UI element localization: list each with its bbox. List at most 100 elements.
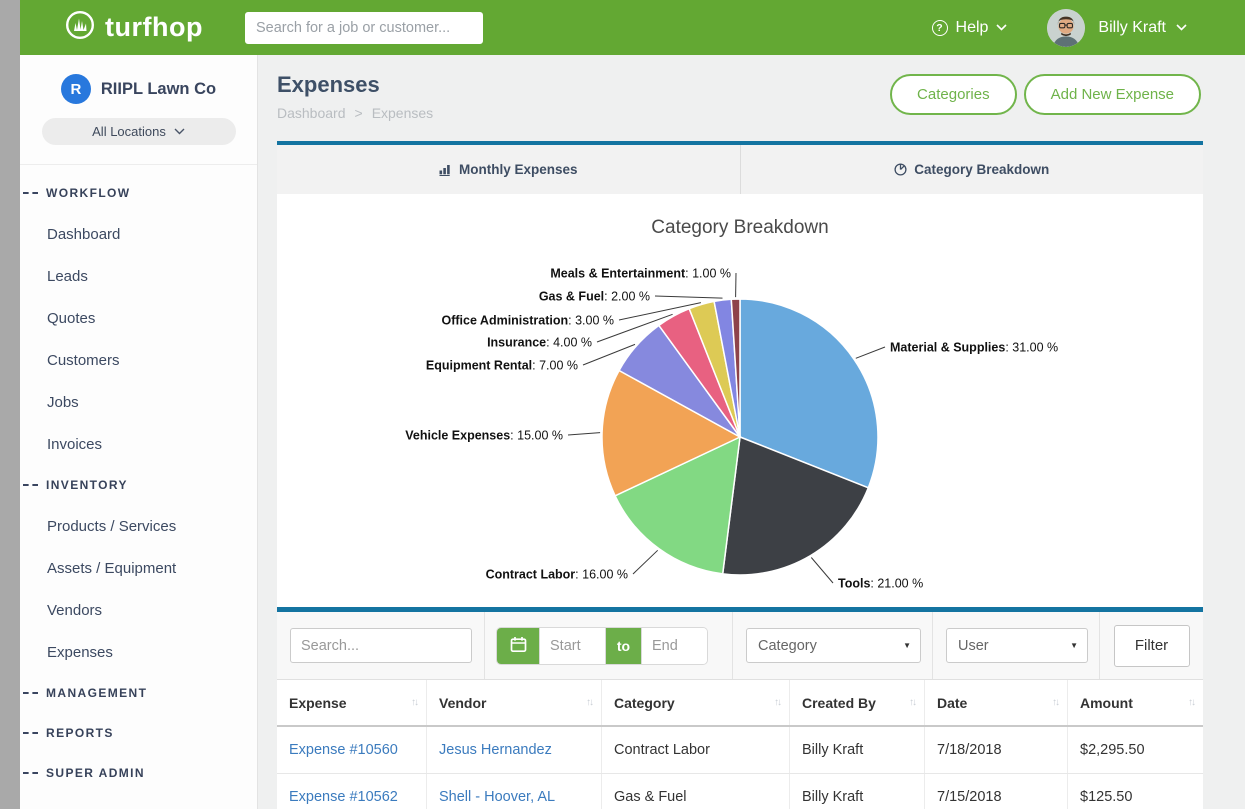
cell-date: 7/18/2018	[925, 727, 1068, 773]
avatar[interactable]	[1047, 9, 1085, 47]
sort-icon: ↑↓	[1188, 697, 1194, 708]
sort-icon: ↑↓	[1052, 697, 1058, 708]
breadcrumb-home[interactable]: Dashboard	[277, 105, 346, 121]
sidebar-item-vendors[interactable]: Vendors	[20, 589, 257, 631]
company-badge: R	[61, 74, 91, 104]
tab-category-breakdown[interactable]: Category Breakdown	[740, 145, 1204, 194]
page-actions: Categories Add New Expense	[890, 74, 1201, 115]
nav-section-inventory[interactable]: INVENTORY	[20, 465, 257, 505]
sidebar-item-customers[interactable]: Customers	[20, 339, 257, 381]
expenses-table: Expense↑↓Vendor↑↓Category↑↓Created By↑↓D…	[277, 680, 1203, 809]
calendar-button[interactable]	[497, 628, 539, 664]
sidebar-item-jobs[interactable]: Jobs	[20, 381, 257, 423]
sidebar-item-expenses[interactable]: Expenses	[20, 631, 257, 673]
app-root: turfhop ? Help	[0, 0, 1245, 809]
column-label: Expense	[289, 695, 347, 711]
brand-logo[interactable]: turfhop	[65, 10, 203, 45]
column-header-created-by[interactable]: Created By ↑↓	[790, 680, 925, 725]
sort-icon: ↑↓	[909, 697, 915, 708]
filter-user-cell: User ▼	[933, 612, 1100, 679]
expense-link[interactable]: Expense #10560	[289, 742, 398, 758]
turfhop-grass-icon	[65, 10, 95, 45]
column-label: Category	[614, 695, 675, 711]
tab-monthly-expenses[interactable]: Monthly Expenses	[277, 145, 740, 194]
cell-vendor: Jesus Hernandez	[427, 727, 602, 773]
pie-label-tools: Tools: 21.00 %	[838, 577, 923, 591]
vendor-link[interactable]: Shell - Hoover, AL	[439, 789, 555, 805]
table-row: Expense #10562 Shell - Hoover, AL Gas & Fu…	[277, 774, 1203, 809]
calendar-icon	[510, 636, 527, 656]
pie-label-vehicle-expenses: Vehicle Expenses: 15.00 %	[405, 429, 563, 443]
pie-chart-icon	[894, 163, 907, 176]
sidebar-item-dashboard[interactable]: Dashboard	[20, 213, 257, 255]
add-new-expense-button[interactable]: Add New Expense	[1024, 74, 1201, 115]
pie-label-office-administration: Office Administration: 3.00 %	[441, 314, 614, 328]
location-label: All Locations	[92, 124, 166, 139]
nav-section-label: INVENTORY	[46, 478, 128, 492]
chevron-down-icon	[996, 24, 1007, 31]
sidebar: R RIIPL Lawn Co All Locations WORKFLOWDa…	[20, 55, 258, 809]
date-end-input[interactable]	[641, 628, 707, 664]
filter-bar: to Category ▼ User ▼	[277, 612, 1203, 680]
collapse-dashes-icon	[23, 484, 38, 486]
main-content: Expenses Dashboard > Expenses Categories…	[258, 55, 1245, 809]
table-search-input[interactable]	[290, 628, 472, 663]
column-header-amount[interactable]: Amount ↑↓	[1068, 680, 1203, 725]
topbar-right: ? Help	[932, 9, 1245, 47]
expense-link[interactable]: Expense #10562	[289, 789, 398, 805]
expenses-card: Monthly Expenses Category Breakdown Categ…	[277, 141, 1203, 809]
select-caret-icon: ▼	[903, 641, 911, 650]
pie-label-material-supplies: Material & Supplies: 31.00 %	[890, 341, 1058, 355]
breadcrumb: Dashboard > Expenses	[277, 105, 433, 121]
sidebar-item-invoices[interactable]: Invoices	[20, 423, 257, 465]
help-menu[interactable]: ? Help	[932, 19, 1008, 37]
sidebar-item-assets-equipment[interactable]: Assets / Equipment	[20, 547, 257, 589]
cell-amount: $125.50	[1068, 774, 1203, 809]
column-header-expense[interactable]: Expense↑↓	[277, 680, 427, 725]
user-name[interactable]: Billy Kraft	[1098, 19, 1166, 37]
nav-section-management[interactable]: MANAGEMENT	[20, 673, 257, 713]
leader-line	[633, 550, 658, 574]
location-selector[interactable]: All Locations	[42, 118, 236, 145]
nav-section-reports[interactable]: REPORTS	[20, 713, 257, 753]
date-start-input[interactable]	[539, 628, 605, 664]
nav-section-super-admin[interactable]: SUPER ADMIN	[20, 753, 257, 793]
sidebar-item-leads[interactable]: Leads	[20, 255, 257, 297]
page-title: Expenses	[277, 72, 380, 98]
vendor-link[interactable]: Jesus Hernandez	[439, 742, 552, 758]
cell-expense: Expense #10562	[277, 774, 427, 809]
chevron-down-icon[interactable]	[1176, 24, 1187, 31]
column-label: Created By	[802, 695, 876, 711]
help-icon: ?	[932, 20, 948, 36]
bar-chart-icon	[439, 164, 452, 176]
global-search-input[interactable]	[245, 12, 483, 44]
cell-amount: $2,295.50	[1068, 727, 1203, 773]
tab-label: Category Breakdown	[914, 162, 1049, 177]
cell-category: Gas & Fuel	[602, 774, 790, 809]
select-caret-icon: ▼	[1070, 641, 1078, 650]
user-select[interactable]: User ▼	[946, 628, 1088, 663]
column-header-date[interactable]: Date↑↓	[925, 680, 1068, 725]
column-label: Amount	[1080, 695, 1133, 711]
leader-line	[568, 433, 600, 435]
column-header-category[interactable]: Category ↑↓	[602, 680, 790, 725]
top-bar: turfhop ? Help	[20, 0, 1245, 55]
chart-title: Category Breakdown	[651, 217, 828, 238]
nav-section-workflow[interactable]: WORKFLOW	[20, 173, 257, 213]
leader-line	[811, 558, 833, 584]
date-range-group: to	[497, 628, 707, 664]
cell-vendor: Shell - Hoover, AL	[427, 774, 602, 809]
sort-icon: ↑↓	[774, 697, 780, 708]
filter-category-cell: Category ▼	[733, 612, 933, 679]
brand-name: turfhop	[105, 12, 203, 43]
category-select[interactable]: Category ▼	[746, 628, 921, 663]
nav-section-label: REPORTS	[46, 726, 114, 740]
sidebar-item-quotes[interactable]: Quotes	[20, 297, 257, 339]
categories-button[interactable]: Categories	[890, 74, 1017, 115]
filter-button[interactable]: Filter	[1114, 625, 1190, 667]
sidebar-item-products-services[interactable]: Products / Services	[20, 505, 257, 547]
filter-search-cell	[277, 612, 485, 679]
leader-line	[856, 347, 885, 358]
cell-expense: Expense #10560	[277, 727, 427, 773]
column-header-vendor[interactable]: Vendor↑↓	[427, 680, 602, 725]
